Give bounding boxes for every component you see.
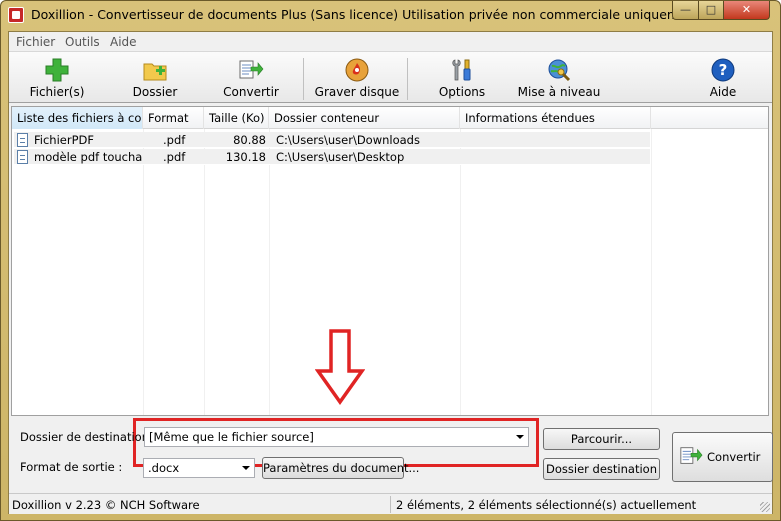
destination-combo[interactable]: [Même que le fichier source] bbox=[144, 427, 529, 447]
column-header-info[interactable]: Informations étendues bbox=[460, 107, 651, 129]
column-divider bbox=[460, 129, 461, 415]
column-divider bbox=[651, 129, 652, 415]
column-divider bbox=[269, 129, 270, 415]
add-files-button[interactable]: Fichier(s) bbox=[23, 54, 91, 102]
convert-toolbar-button[interactable]: Convertir bbox=[215, 54, 287, 102]
output-format-select[interactable]: .docx bbox=[143, 458, 255, 478]
browse-button[interactable]: Parcourir... bbox=[543, 428, 660, 450]
file-format: .pdf bbox=[163, 133, 186, 147]
toolbar-separator bbox=[303, 58, 304, 100]
selection-status: 2 éléments, 2 éléments sélectionné(s) ac… bbox=[396, 498, 697, 512]
menu-bar: Fichier Outils Aide bbox=[9, 32, 772, 51]
menu-outils[interactable]: Outils bbox=[65, 35, 100, 49]
folder-plus-icon bbox=[143, 63, 167, 81]
client-area: Fichier Outils Aide Fichier(s) Dossier C… bbox=[8, 31, 773, 514]
file-size: 80.88 bbox=[233, 133, 266, 147]
file-name: modèle pdf touchar... bbox=[34, 150, 143, 164]
file-info bbox=[464, 149, 650, 165]
destination-value: [Même que le fichier source] bbox=[149, 430, 314, 444]
document-icon bbox=[17, 150, 28, 164]
convert-icon bbox=[239, 60, 264, 79]
column-header-size[interactable]: Taille (Ko) bbox=[204, 107, 269, 129]
toolbar: Fichier(s) Dossier Convertir Graver disq… bbox=[9, 51, 772, 103]
column-header-file-list[interactable]: Liste des fichiers à co... bbox=[12, 107, 143, 129]
status-bar: Doxillion v 2.23 © NCH Software 2 élémen… bbox=[9, 493, 772, 514]
column-divider bbox=[204, 129, 205, 415]
column-header-format[interactable]: Format bbox=[143, 107, 204, 129]
file-info bbox=[464, 132, 650, 148]
chevron-down-icon[interactable] bbox=[242, 466, 250, 470]
convert-main-label: Convertir bbox=[707, 450, 761, 464]
minimize-button[interactable]: — bbox=[672, 1, 699, 20]
toolbar-separator bbox=[407, 58, 408, 100]
help-button[interactable]: ? Aide bbox=[703, 54, 743, 102]
file-folder: C:\Users\user\Desktop bbox=[276, 150, 405, 164]
file-list[interactable]: Liste des fichiers à co... Format Taille… bbox=[11, 106, 769, 416]
table-row[interactable]: modèle pdf touchar... .pdf 130.18 C:\Use… bbox=[14, 149, 650, 165]
output-format-label: Format de sortie : bbox=[20, 460, 123, 474]
title-bar[interactable]: Doxillion - Convertisseur de documents P… bbox=[1, 1, 780, 31]
list-header: Liste des fichiers à co... Format Taille… bbox=[12, 107, 768, 129]
help-icon: ? bbox=[711, 58, 735, 82]
globe-update-icon bbox=[548, 59, 571, 82]
file-format: .pdf bbox=[163, 150, 186, 164]
close-button[interactable]: ✕ bbox=[723, 1, 770, 20]
app-logo-icon bbox=[8, 7, 24, 23]
version-text: Doxillion v 2.23 © NCH Software bbox=[12, 498, 200, 512]
document-icon bbox=[17, 133, 28, 147]
column-divider bbox=[143, 129, 144, 415]
tools-icon bbox=[452, 59, 471, 81]
table-row[interactable]: FichierPDF .pdf 80.88 C:\Users\user\Down… bbox=[14, 132, 650, 148]
output-format-value: .docx bbox=[148, 461, 180, 475]
status-separator bbox=[390, 496, 391, 513]
burn-disc-button[interactable]: Graver disque bbox=[313, 54, 401, 102]
update-button[interactable]: Mise à niveau bbox=[517, 54, 601, 102]
destination-label: Dossier de destination : bbox=[20, 430, 157, 444]
file-folder: C:\Users\user\Downloads bbox=[276, 133, 420, 147]
chevron-down-icon[interactable] bbox=[516, 435, 524, 439]
svg-text:?: ? bbox=[719, 61, 728, 79]
menu-fichier[interactable]: Fichier bbox=[16, 35, 55, 49]
options-button[interactable]: Options bbox=[429, 54, 495, 102]
green-plus-icon bbox=[45, 58, 69, 82]
red-down-arrow-annotation bbox=[315, 329, 365, 405]
window-title: Doxillion - Convertisseur de documents P… bbox=[31, 7, 700, 22]
column-header-folder[interactable]: Dossier conteneur bbox=[269, 107, 460, 129]
file-size: 130.18 bbox=[225, 150, 266, 164]
app-window: Doxillion - Convertisseur de documents P… bbox=[0, 0, 781, 521]
file-name: FichierPDF bbox=[34, 133, 94, 147]
conversion-settings: Dossier de destination : [Même que le fi… bbox=[11, 418, 773, 490]
burn-disc-icon bbox=[345, 58, 369, 82]
document-parameters-button[interactable]: Paramètres du document... bbox=[262, 457, 419, 479]
convert-icon bbox=[680, 447, 703, 464]
destination-folder-button[interactable]: Dossier destination bbox=[543, 458, 660, 480]
convert-main-button[interactable]: Convertir bbox=[672, 432, 773, 482]
menu-aide[interactable]: Aide bbox=[110, 35, 137, 49]
resize-grip[interactable] bbox=[760, 502, 770, 512]
add-folder-button[interactable]: Dossier bbox=[121, 54, 189, 102]
maximize-button[interactable]: □ bbox=[698, 1, 724, 20]
